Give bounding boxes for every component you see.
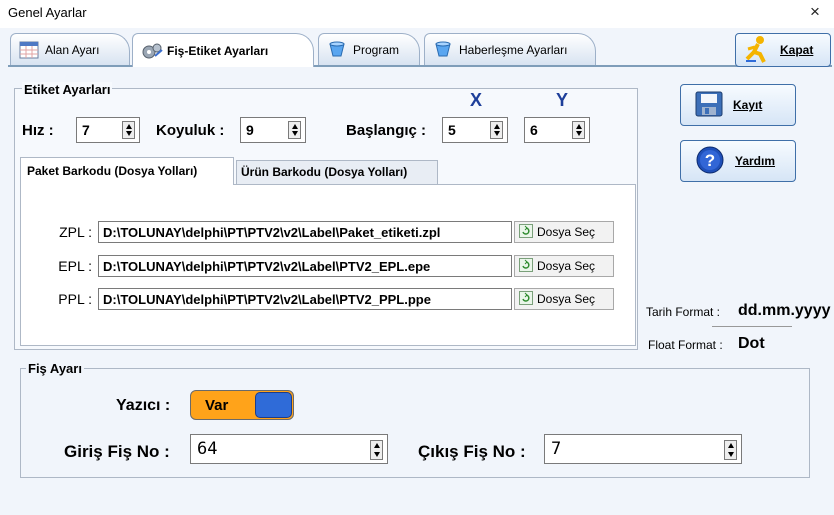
- giris-fis-no-label: Giriş Fiş No :: [64, 442, 170, 461]
- x-spin-button[interactable]: [490, 121, 503, 139]
- x-header: X: [470, 90, 483, 110]
- blue-cup-icon: [327, 41, 347, 59]
- window-title: Genel Ayarlar: [8, 5, 87, 20]
- zpl-label: ZPL :: [59, 224, 92, 240]
- format-divider: [712, 326, 792, 327]
- toggle-knob: [255, 392, 292, 418]
- subtab-label: Paket Barkodu (Dosya Yolları): [27, 164, 198, 178]
- tab-fis-etiket-ayarlari[interactable]: Fiş-Etiket Ayarları: [132, 33, 314, 67]
- fis-ayari-title: Fiş Ayarı: [26, 361, 84, 376]
- etiket-ayarlari-title: Etiket Ayarları: [22, 82, 113, 97]
- cikis-fis-no-value: 7: [551, 439, 562, 459]
- y-value: 6: [530, 122, 538, 138]
- giris-fis-no-value: 64: [197, 439, 218, 459]
- zpl-path-field[interactable]: D:\TOLUNAY\delphi\PT\PTV2\v2\Label\Paket…: [98, 221, 512, 243]
- tab-alan-ayari[interactable]: Alan Ayarı: [10, 33, 130, 65]
- baslangic-label: Başlangıç :: [346, 122, 427, 139]
- y-stepper[interactable]: 6: [524, 117, 590, 143]
- tab-label: Alan Ayarı: [45, 42, 100, 57]
- title-bar: Genel Ayarlar ×: [0, 0, 834, 28]
- tarih-format-label: Tarih Format :: [646, 305, 721, 319]
- hiz-value: 7: [82, 122, 90, 138]
- giris-fis-no-input[interactable]: 64: [190, 434, 388, 464]
- tab-label: Fiş-Etiket Ayarları: [167, 43, 269, 58]
- epl-dosya-sec-button[interactable]: Dosya Seç: [514, 255, 614, 277]
- tab-program[interactable]: Program: [318, 33, 420, 65]
- kayit-button[interactable]: Kayıt: [680, 84, 796, 126]
- tab-label: Haberleşme Ayarları: [459, 42, 568, 57]
- hiz-label: Hız :: [22, 122, 54, 139]
- subtab-label: Ürün Barkodu (Dosya Yolları): [241, 165, 408, 179]
- giris-spin-button[interactable]: [370, 440, 383, 460]
- kayit-label: Kayıt: [733, 98, 763, 112]
- tab-haberlesme-ayarlari[interactable]: Haberleşme Ayarları: [424, 33, 596, 65]
- cikis-spin-button[interactable]: [724, 440, 737, 460]
- yazici-label: Yazıcı :: [116, 397, 171, 414]
- hiz-spin-button[interactable]: [122, 121, 135, 139]
- grid-icon: [19, 41, 39, 59]
- x-value: 5: [448, 122, 456, 138]
- cikis-fis-no-input[interactable]: 7: [544, 434, 742, 464]
- subtab-urun-barkodu[interactable]: Ürün Barkodu (Dosya Yolları): [236, 160, 438, 184]
- gears-icon: [141, 42, 163, 60]
- yardim-button[interactable]: ? Yardım: [680, 140, 796, 182]
- dosya-sec-label: Dosya Seç: [537, 292, 596, 306]
- y-header: Y: [556, 90, 569, 110]
- koyuluk-stepper[interactable]: 9: [240, 117, 306, 143]
- help-icon: ?: [695, 145, 725, 178]
- koyuluk-value: 9: [246, 122, 254, 138]
- yardim-label: Yardım: [735, 154, 776, 168]
- tarih-format-value: dd.mm.yyyy: [738, 302, 831, 319]
- ppl-label: PPL :: [58, 291, 92, 307]
- epl-path-field[interactable]: D:\TOLUNAY\delphi\PT\PTV2\v2\Label\PTV2_…: [98, 255, 512, 277]
- cikis-fis-no-label: Çıkış Fiş No :: [418, 442, 526, 461]
- y-spin-button[interactable]: [572, 121, 585, 139]
- svg-text:?: ?: [705, 151, 715, 170]
- koyuluk-label: Koyuluk :: [156, 122, 225, 139]
- koyuluk-spin-button[interactable]: [288, 121, 301, 139]
- x-stepper[interactable]: 5: [442, 117, 508, 143]
- zpl-dosya-sec-button[interactable]: Dosya Seç: [514, 221, 614, 243]
- blue-cup-icon: [433, 41, 453, 59]
- kapat-label: Kapat: [780, 43, 814, 57]
- running-man-icon: [742, 35, 772, 66]
- tab-label: Program: [353, 42, 400, 57]
- dosya-sec-label: Dosya Seç: [537, 259, 596, 273]
- ppl-path-field[interactable]: D:\TOLUNAY\delphi\PT\PTV2\v2\Label\PTV2_…: [98, 288, 512, 310]
- float-format-label: Float Format :: [648, 338, 723, 352]
- refresh-icon: [519, 223, 533, 241]
- save-icon: [695, 91, 723, 120]
- dosya-sec-label: Dosya Seç: [537, 225, 596, 239]
- refresh-icon: [519, 257, 533, 275]
- close-button[interactable]: ×: [810, 2, 820, 22]
- ppl-dosya-sec-button[interactable]: Dosya Seç: [514, 288, 614, 310]
- epl-label: EPL :: [58, 258, 92, 274]
- yazici-toggle[interactable]: Var: [190, 390, 294, 420]
- refresh-icon: [519, 290, 533, 308]
- hiz-stepper[interactable]: 7: [76, 117, 140, 143]
- kapat-button[interactable]: Kapat: [735, 33, 831, 67]
- yazici-toggle-value: Var: [205, 397, 229, 414]
- subtab-paket-barkodu[interactable]: Paket Barkodu (Dosya Yolları): [20, 157, 234, 185]
- float-format-value: Dot: [738, 335, 765, 352]
